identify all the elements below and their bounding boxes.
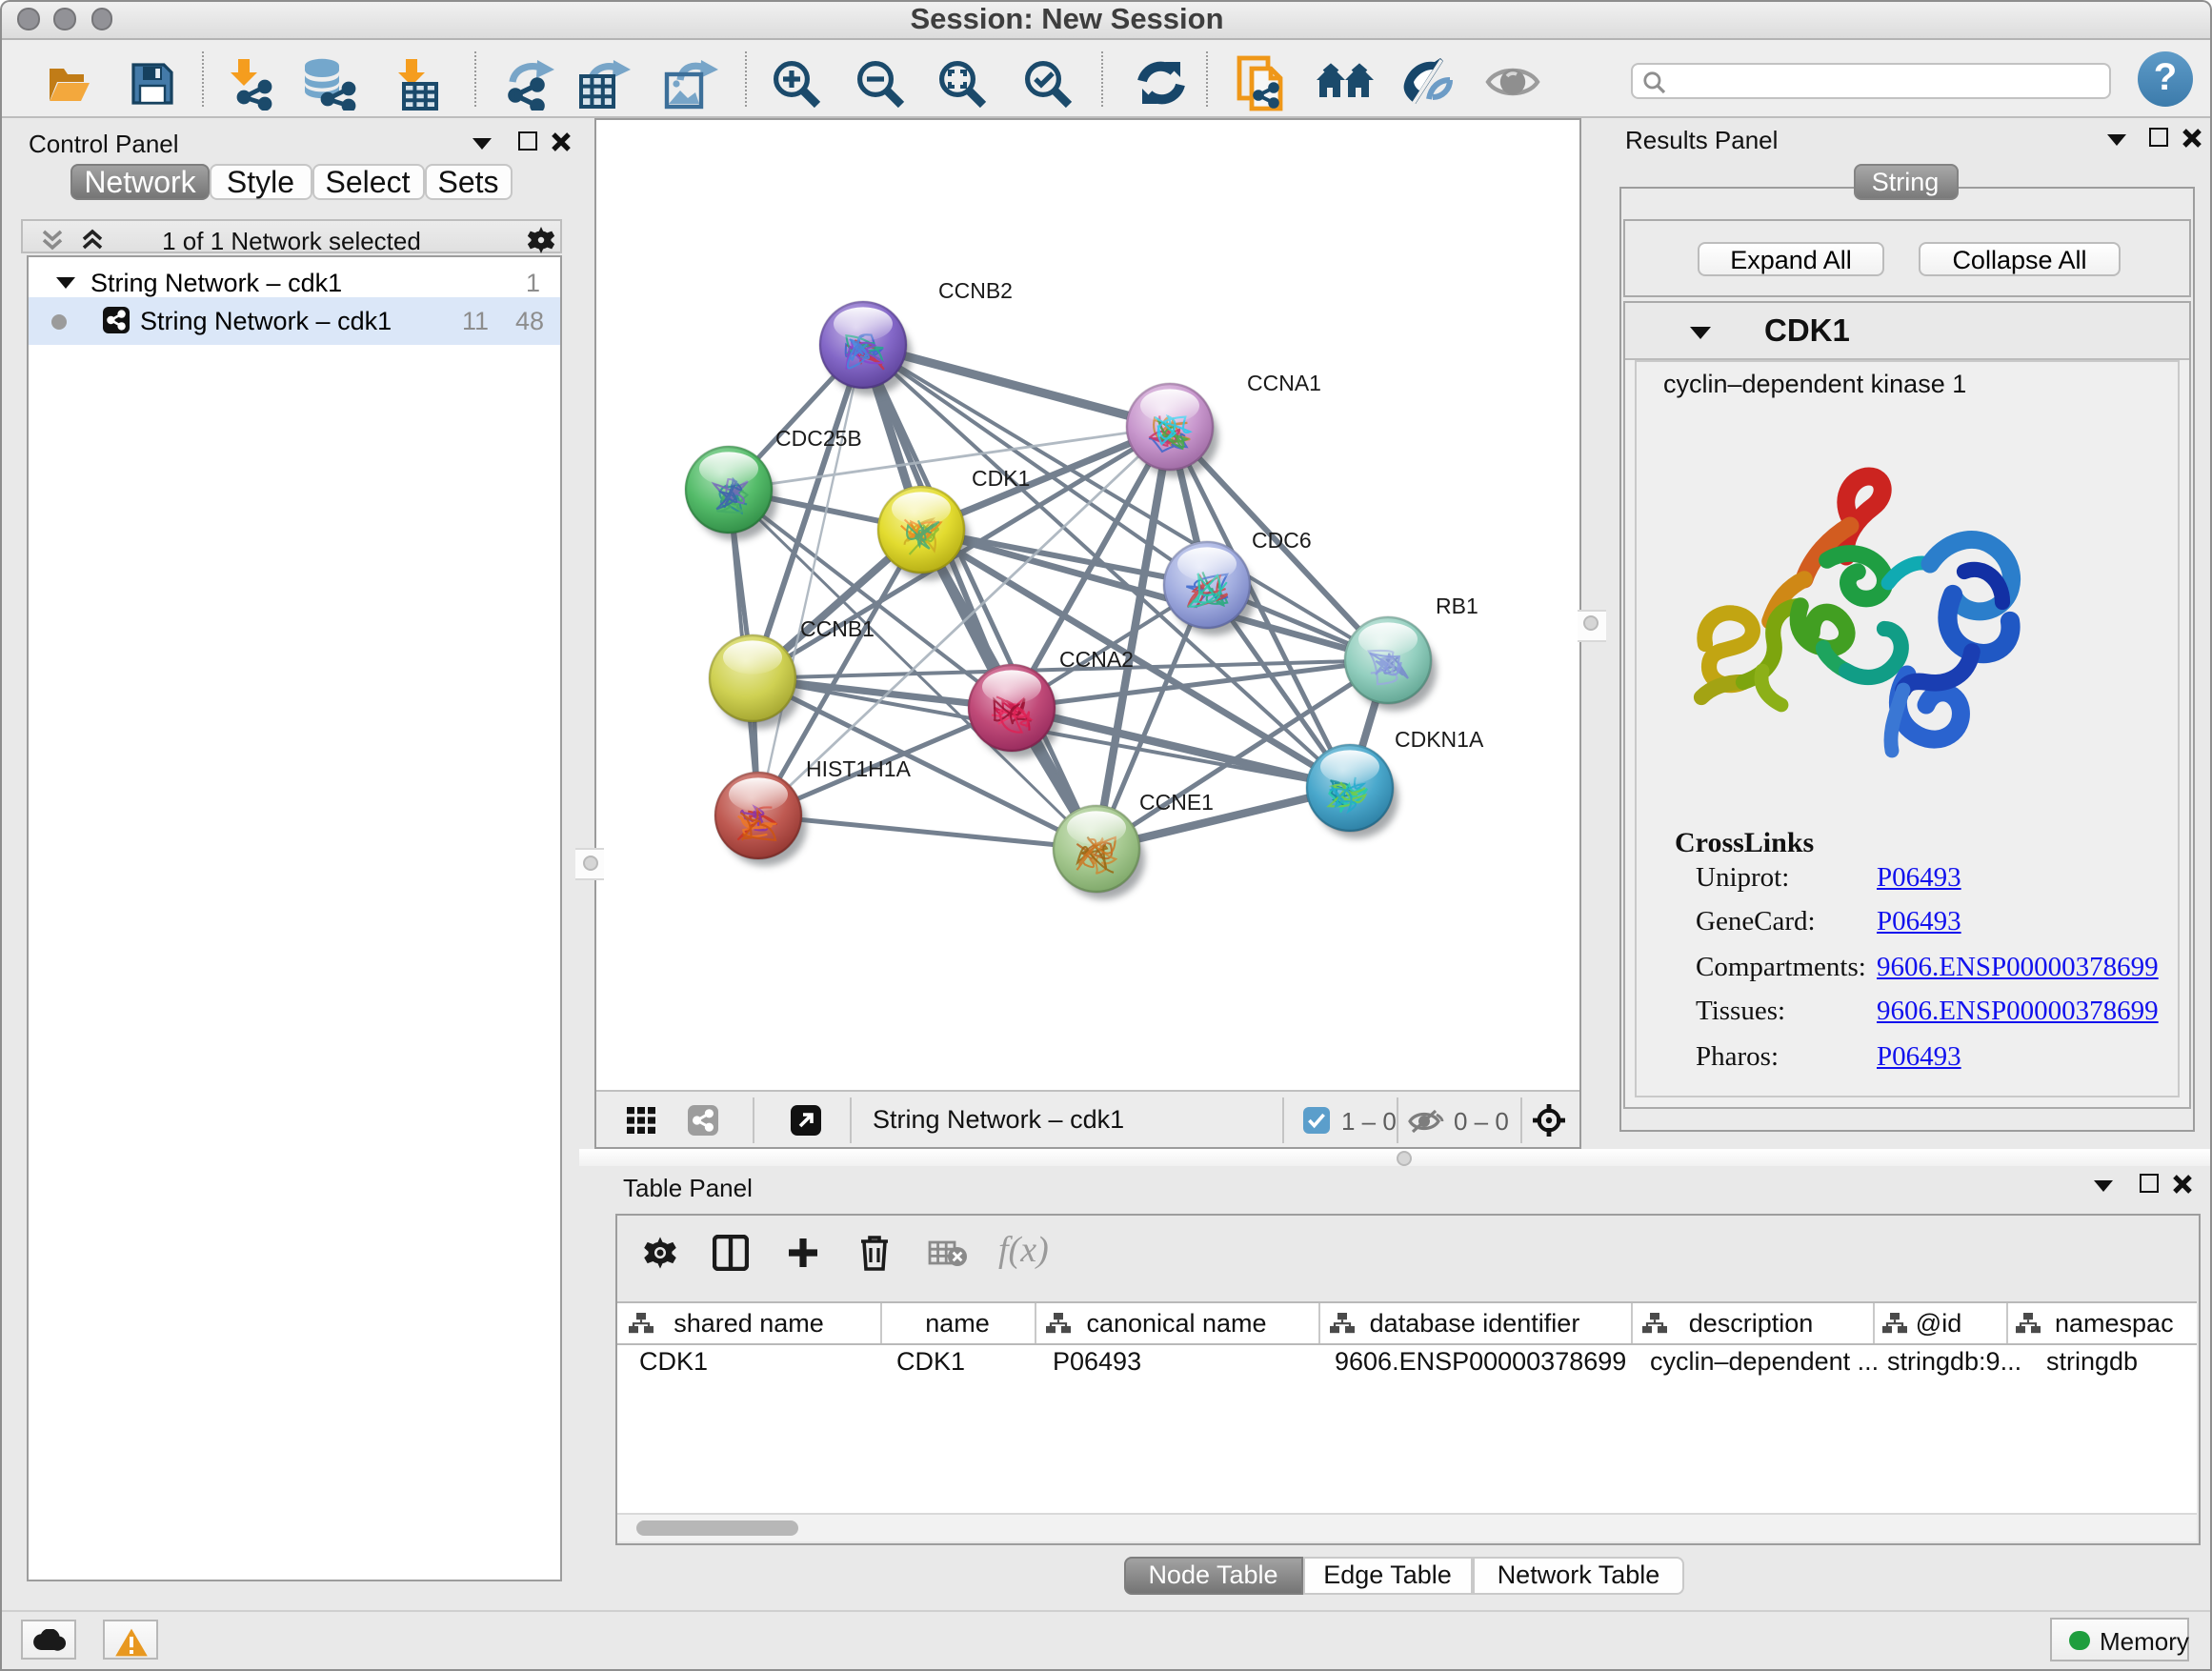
svg-text:CCNA1: CCNA1 [1247,371,1321,395]
svg-text:HIST1H1A: HIST1H1A [806,756,912,781]
svg-text:CDC6: CDC6 [1252,528,1312,553]
svg-text:CDKN1A: CDKN1A [1395,727,1484,752]
svg-text:CDK1: CDK1 [972,466,1030,491]
svg-text:CDC25B: CDC25B [775,426,862,451]
svg-text:RB1: RB1 [1436,594,1478,618]
svg-text:CCNE1: CCNE1 [1139,790,1214,815]
svg-text:CCNA2: CCNA2 [1059,647,1134,672]
svg-text:CCNB1: CCNB1 [800,616,875,641]
svg-text:CCNB2: CCNB2 [938,278,1013,303]
